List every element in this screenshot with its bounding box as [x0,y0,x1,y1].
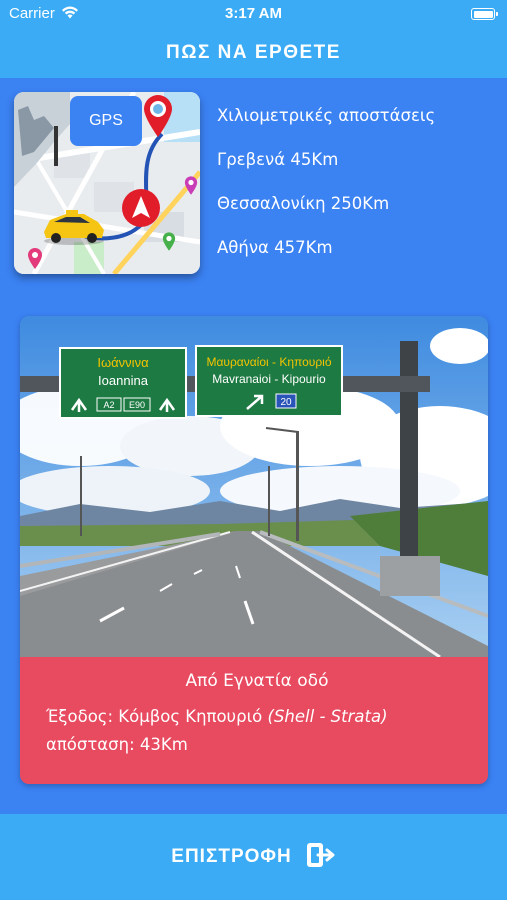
sign-left-tag-a2: A2 [103,400,114,410]
gps-label: GPS [89,112,123,129]
sign-left-tag-e90: E90 [129,400,145,410]
caption-exit-text: Έξοδος: Κόμβος Κηπουριό [46,707,263,726]
back-button[interactable]: ΕΠΙΣΤΡΟΦΗ [171,842,335,872]
directions-card: Ιωάννινα Ioannina A2 E90 Μαυραναίοι - Κη… [20,316,488,784]
caption-title: Από Εγνατία οδό [185,671,329,691]
distances-heading: Χιλιομετρικές αποστάσεις [217,106,436,125]
map-thumbnail: GPS [14,92,200,274]
navigation-arrow-icon [121,188,161,228]
exit-icon [306,842,336,872]
directions-caption: Από Εγνατία οδό Έξοδος: Κόμβος Κηπουριό … [20,657,488,784]
caption-exit: Έξοδος: Κόμβος Κηπουριό (Shell - Strata) [46,703,468,731]
bottom-bar: ΕΠΙΣΤΡΟΦΗ [0,814,507,900]
sign-right-line2: Mavranaioi - Kipourio [212,372,326,386]
back-button-label: ΕΠΙΣΤΡΟΦΗ [171,846,292,867]
distance-item: Αθήνα 457Km [217,238,333,257]
sign-left-line2: Ioannina [98,373,149,388]
gps-badge: GPS [70,96,142,146]
distance-item: Θεσσαλονίκη 250Km [217,194,390,213]
distance-item: Γρεβενά 45Km [217,150,339,169]
header: ΠΩΣ ΝΑ ΕΡΘΕΤΕ [0,28,507,78]
map-marker-icon [162,232,176,252]
caption-distance: απόσταση: 43Km [46,735,188,754]
battery-icon [471,8,498,20]
sign-right-tag: 20 [280,397,292,408]
page-title: ΠΩΣ ΝΑ ΕΡΘΕΤΕ [166,42,341,63]
sign-right-line1: Μαυραναίοι - Κηπουριό [206,355,331,369]
distances-list: Χιλιομετρικές αποστάσεις Γρεβενά 45Km Θε… [217,100,502,276]
clock: 3:17 AM [225,5,282,22]
sign-left-line1: Ιωάννινα [97,355,149,370]
highway-photo: Ιωάννινα Ioannina A2 E90 Μαυραναίοι - Κη… [20,316,488,657]
caption-exit-note: (Shell - Strata) [267,707,388,726]
map-marker-icon [27,248,43,270]
gps-pin-icon [142,94,174,138]
status-bar: Carrier 3:17 AM [0,0,507,28]
map-marker-icon [184,176,198,196]
taxi-icon [40,210,108,246]
